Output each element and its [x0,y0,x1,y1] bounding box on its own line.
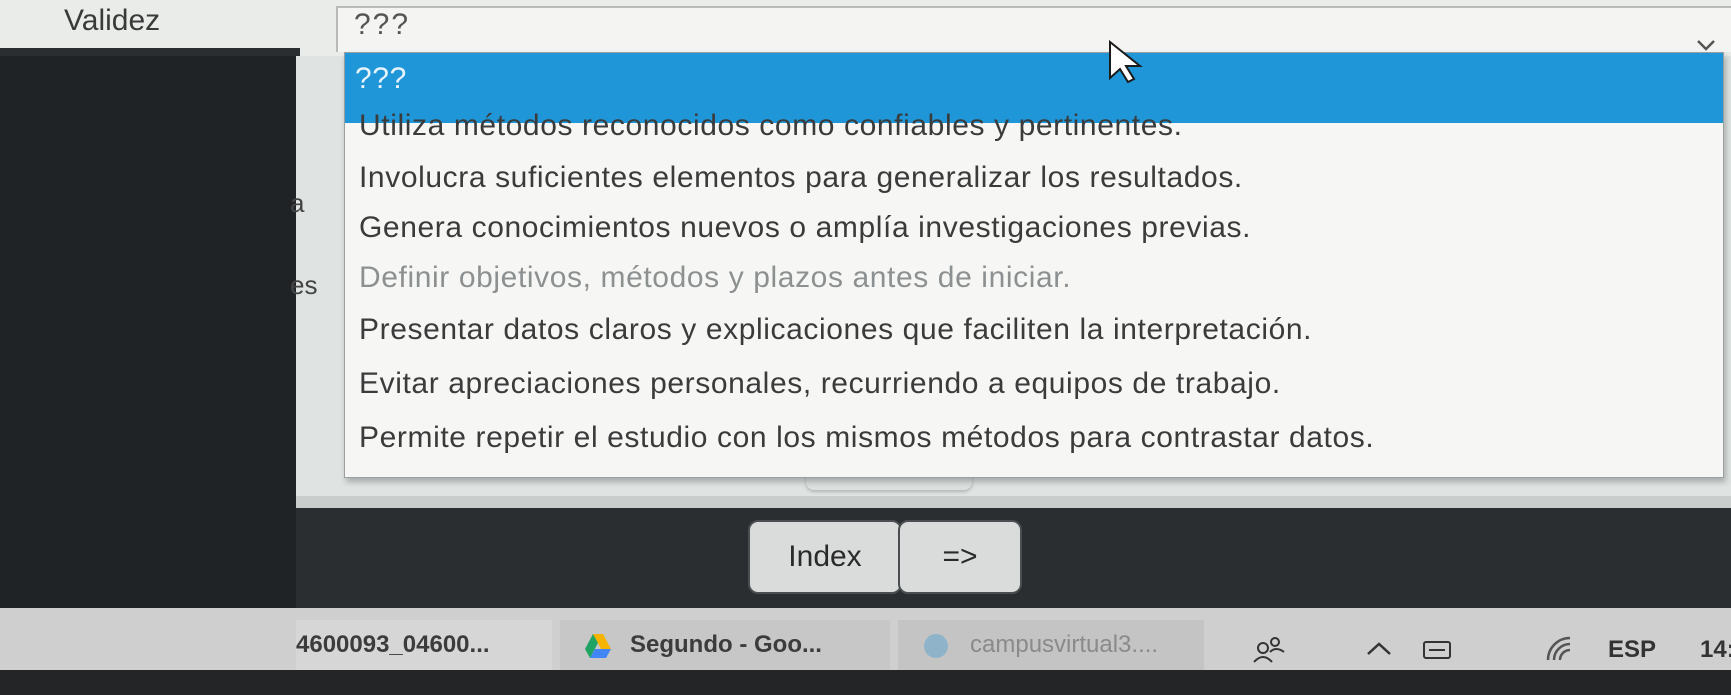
clock[interactable]: 14: [1700,636,1731,664]
bottom-bezel [0,670,1731,695]
wifi-icon[interactable] [1544,634,1578,664]
partial-label-a: a [290,188,305,218]
next-button[interactable]: => [898,520,1022,594]
taskbar-item-file[interactable]: 4600093_04600... [296,620,552,670]
keyboard-icon[interactable] [1420,634,1454,664]
dropdown-option[interactable]: Permite repetir el estudio con los mismo… [359,421,1374,455]
dropdown-option[interactable]: Presentar datos claros y explicaciones q… [359,313,1312,347]
language-indicator[interactable]: ESP [1608,636,1656,664]
partial-label-es: es [290,270,318,300]
mouse-pointer-icon [1109,40,1143,84]
select-value: ??? [354,8,411,41]
dropdown-option[interactable]: Definir objetivos, métodos y plazos ante… [359,261,1071,295]
dropdown-option[interactable]: Involucra suficientes elementos para gen… [359,161,1243,195]
dropdown-option[interactable]: Evitar apreciaciones personales, recurri… [359,367,1281,401]
left-panel [0,56,296,611]
google-drive-icon [585,634,611,658]
screen: Validez ??? a es ??? Utiliza métodos rec… [0,0,1731,695]
dropdown-option[interactable]: Genera conocimientos nuevos o amplía inv… [359,211,1251,245]
taskbar-item-browser[interactable]: campusvirtual3.... [898,620,1204,670]
taskbar-item-label: Segundo - Goo... [630,631,822,658]
people-icon[interactable] [1252,634,1286,664]
dropdown-option[interactable]: Utiliza métodos reconocidos como confiab… [359,109,1183,143]
chevron-down-icon[interactable] [1696,38,1716,52]
taskbar-item-drive[interactable]: Segundo - Goo... [560,620,890,670]
caret-up-icon[interactable] [1362,634,1396,664]
index-button[interactable]: Index [748,520,902,594]
dropdown-list[interactable]: ??? Utiliza métodos reconocidos como con… [344,52,1724,478]
taskbar-item-label: campusvirtual3.... [970,631,1159,658]
validez-select[interactable]: ??? [336,6,1731,52]
browser-icon [924,634,948,658]
field-label: Validez [64,4,161,37]
